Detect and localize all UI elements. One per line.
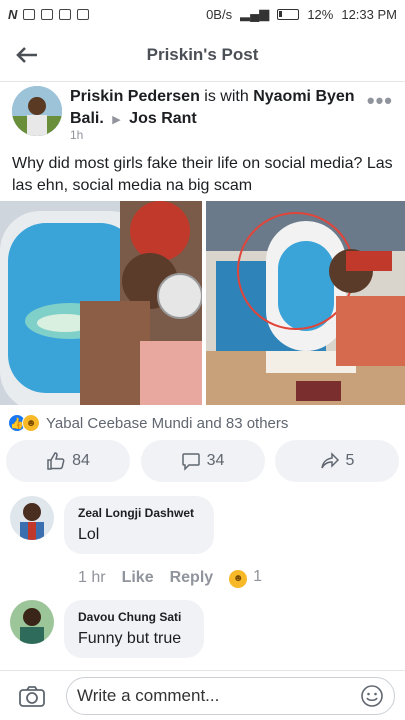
comment-item: Zeal Longji Dashwet Lol 1 hr Like Reply … bbox=[0, 496, 405, 590]
clock: 12:33 PM bbox=[341, 6, 397, 22]
comment-meta: 1 hr Like Reply ☻ 1 bbox=[78, 568, 262, 588]
page-title: Priskin's Post bbox=[146, 44, 259, 64]
post-text: Why did most girls fake their life on so… bbox=[12, 155, 393, 194]
author-name[interactable]: Priskin Pedersen bbox=[70, 88, 200, 105]
image-icon bbox=[41, 8, 54, 20]
comment-time: 1 hr bbox=[78, 568, 106, 586]
comment-text: Lol bbox=[78, 526, 100, 543]
post-header: Priskin's Post bbox=[0, 28, 405, 82]
like-count: 84 bbox=[72, 452, 90, 469]
author-avatar[interactable] bbox=[12, 86, 62, 136]
post-author-row: Priskin Pedersen is with Nyaomi Byen Bal… bbox=[0, 82, 405, 142]
comment-reaction[interactable]: ☻ 1 bbox=[229, 568, 262, 588]
comment-bubble[interactable]: Davou Chung Sati Funny but true bbox=[64, 600, 204, 658]
comment-button[interactable]: 34 bbox=[140, 440, 265, 482]
comment-reaction-count: 1 bbox=[253, 568, 263, 585]
haha-reaction-icon: ☻ bbox=[22, 414, 40, 432]
comment-composer: Write a comment... bbox=[0, 670, 405, 720]
haha-reaction-icon: ☻ bbox=[229, 569, 248, 588]
tagged-group[interactable]: Jos Rant bbox=[129, 110, 197, 127]
pulse-icon bbox=[77, 8, 90, 20]
camera-icon bbox=[19, 685, 45, 707]
commenter-name[interactable]: Zeal Longji Dashwet bbox=[78, 506, 200, 520]
like-button[interactable]: 84 bbox=[6, 440, 130, 482]
share-button[interactable]: 5 bbox=[275, 440, 399, 482]
share-count: 5 bbox=[345, 452, 355, 469]
gallery-icon bbox=[23, 8, 36, 20]
post-timestamp[interactable]: 1h bbox=[70, 128, 83, 142]
reactions-text: Yabal Ceebase Mundi and 83 others bbox=[46, 414, 289, 432]
commenter-avatar[interactable] bbox=[10, 496, 54, 540]
network-speed: 0B/s bbox=[206, 6, 233, 22]
comment-count: 34 bbox=[206, 452, 225, 469]
commenter-name[interactable]: Davou Chung Sati bbox=[78, 610, 190, 624]
comment-text: Funny but true bbox=[78, 630, 182, 647]
battery-percent: 12% bbox=[307, 6, 334, 22]
notification-icons: N bbox=[8, 6, 90, 22]
post-actions: 84 34 5 bbox=[6, 440, 399, 482]
post-author-line: Priskin Pedersen is with Nyaomi Byen Bal… bbox=[70, 86, 360, 131]
emoji-icon[interactable] bbox=[360, 684, 384, 708]
signal-icon: ▂▄▆ bbox=[240, 6, 270, 21]
comment-like-button[interactable]: Like bbox=[122, 569, 154, 587]
comment-bubble-icon bbox=[181, 453, 200, 471]
with-text: is with bbox=[204, 88, 249, 105]
comment-bubble[interactable]: Zeal Longji Dashwet Lol bbox=[64, 496, 214, 554]
back-button[interactable] bbox=[0, 28, 54, 82]
app-icon: N bbox=[8, 6, 18, 22]
check-icon bbox=[59, 8, 72, 20]
commenter-avatar[interactable] bbox=[10, 600, 54, 644]
more-options-icon[interactable]: ••• bbox=[367, 88, 393, 114]
comment-reply-button[interactable]: Reply bbox=[170, 569, 214, 587]
camera-button[interactable] bbox=[10, 674, 54, 718]
battery-icon bbox=[277, 8, 300, 20]
comment-input[interactable]: Write a comment... bbox=[66, 676, 395, 715]
status-bar: N 0B/s ▂▄▆ 12% 12:33 PM bbox=[0, 0, 405, 28]
post-photo-2[interactable] bbox=[206, 201, 405, 405]
back-arrow-icon bbox=[16, 46, 37, 63]
comment-item: Davou Chung Sati Funny but true bbox=[0, 600, 405, 662]
thumbs-up-icon bbox=[47, 452, 65, 470]
share-arrow-icon bbox=[320, 452, 339, 469]
comment-placeholder: Write a comment... bbox=[77, 685, 220, 705]
reactions-summary[interactable]: 👍 ☻ Yabal Ceebase Mundi and 83 others bbox=[8, 412, 288, 434]
post-photo-1[interactable] bbox=[0, 201, 202, 405]
triangle-icon: ▶ bbox=[112, 114, 121, 126]
